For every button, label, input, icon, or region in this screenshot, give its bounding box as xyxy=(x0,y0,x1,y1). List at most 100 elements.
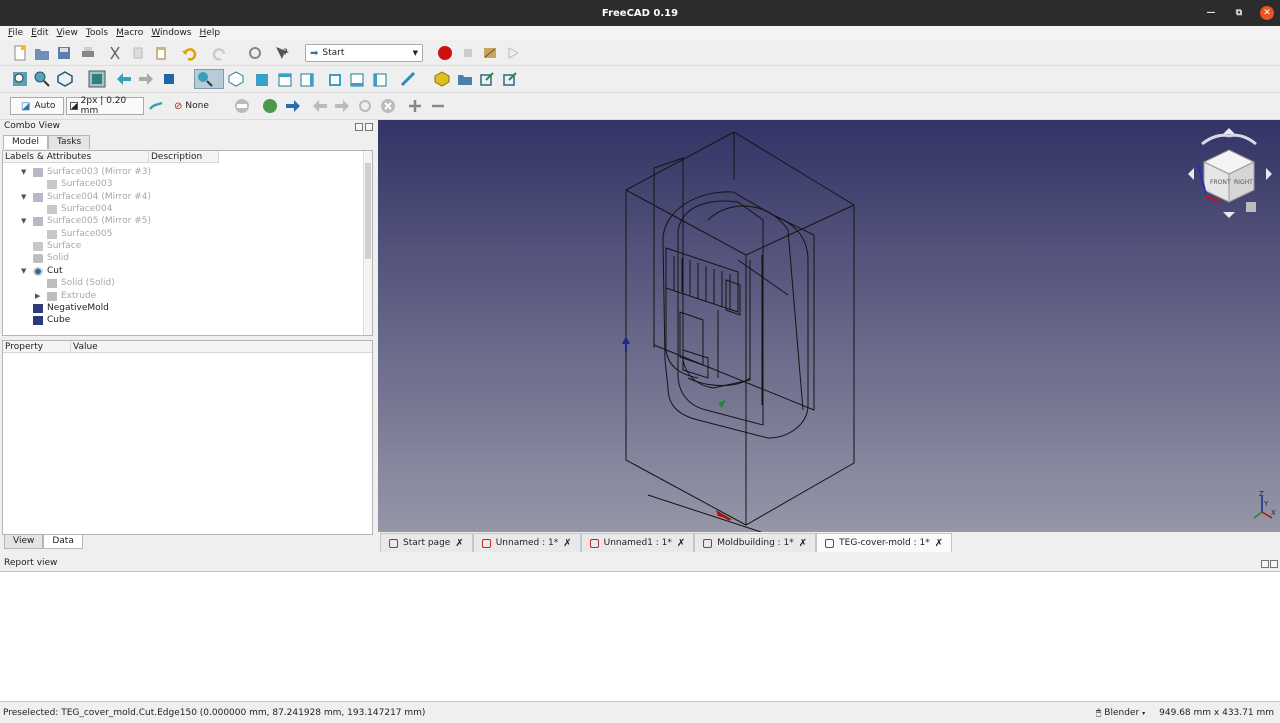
new-file-icon[interactable] xyxy=(12,45,28,61)
save-icon[interactable] xyxy=(56,45,72,61)
redo-icon[interactable] xyxy=(212,45,228,61)
autogroup-button[interactable]: ⊘ None xyxy=(168,97,222,115)
bounding-box-icon[interactable] xyxy=(88,70,106,88)
linewidth-button[interactable]: 2px | 0.20 mm xyxy=(66,96,144,116)
run-macro-icon[interactable] xyxy=(505,45,521,61)
remove-point-icon[interactable] xyxy=(430,98,446,114)
menu-file[interactable]: File xyxy=(4,28,27,38)
tree-item[interactable]: Cut xyxy=(33,265,63,277)
auto-plane-button[interactable]: ◪ Auto xyxy=(10,97,64,115)
nav-style-button[interactable]: 🖱 Blender ▾ xyxy=(1096,708,1145,718)
close-tab-icon[interactable]: ✗ xyxy=(935,538,943,549)
tree-item[interactable]: Surface003 xyxy=(47,178,112,190)
fit-all-icon[interactable] xyxy=(12,71,28,87)
copy-icon[interactable] xyxy=(131,45,147,61)
snap-lock-icon[interactable] xyxy=(262,98,278,114)
cube-right-face[interactable]: RIGHT xyxy=(1234,179,1253,186)
open-icon[interactable] xyxy=(34,45,50,61)
doc-tab[interactable]: Unnamed1 : 1* ✗ xyxy=(580,533,695,552)
front-view-icon[interactable] xyxy=(255,71,271,87)
right-view-icon[interactable] xyxy=(300,71,316,87)
expand-arrow-icon[interactable]: ▼ xyxy=(21,193,26,201)
whats-this-icon[interactable]: ? xyxy=(274,45,290,61)
undo-step-icon[interactable] xyxy=(312,98,328,114)
part-icon[interactable] xyxy=(434,71,450,87)
tab-data[interactable]: Data xyxy=(43,535,83,549)
back-icon[interactable] xyxy=(116,71,132,87)
tree-item[interactable]: Surface005 (Mirror #5) xyxy=(33,215,151,227)
close-tab-icon[interactable]: ✗ xyxy=(455,538,463,549)
tree-header-labels[interactable]: Labels & Attributes xyxy=(3,151,149,163)
tree-item[interactable]: Cube xyxy=(33,314,70,326)
tree-item[interactable]: Solid (Solid) xyxy=(47,277,115,289)
tree-item[interactable]: Solid xyxy=(33,252,69,264)
tree-item[interactable]: Surface004 xyxy=(47,203,112,215)
record-macro-icon[interactable] xyxy=(437,45,453,61)
stop-macro-icon[interactable] xyxy=(460,45,476,61)
rear-view-icon[interactable] xyxy=(328,71,344,87)
cancel-icon[interactable] xyxy=(380,98,396,114)
doc-tab[interactable]: Unnamed : 1* ✗ xyxy=(472,533,581,552)
close-icon[interactable]: ✕ xyxy=(1260,6,1274,20)
tree-item[interactable]: Surface004 (Mirror #4) xyxy=(33,191,151,203)
navigation-cube[interactable]: FRONT RIGHT xyxy=(1182,124,1278,220)
forward-icon[interactable] xyxy=(138,71,154,87)
tree-scrollbar-handle[interactable] xyxy=(365,163,371,259)
group-icon[interactable] xyxy=(457,71,473,87)
tree-header-description[interactable]: Description xyxy=(149,151,219,163)
top-view-icon[interactable] xyxy=(278,71,294,87)
maximize-icon[interactable]: ⧉ xyxy=(1232,6,1246,20)
make-link-icon[interactable] xyxy=(479,71,495,87)
prop-header-value[interactable]: Value xyxy=(71,341,372,353)
tree-item[interactable]: Surface005 xyxy=(47,228,112,240)
close-tab-icon[interactable]: ✗ xyxy=(563,538,571,549)
cut-icon[interactable] xyxy=(107,45,123,61)
tab-tasks[interactable]: Tasks xyxy=(48,135,91,149)
cube-front-face[interactable]: FRONT xyxy=(1210,179,1231,186)
prop-header-property[interactable]: Property xyxy=(3,341,71,353)
sync-view-icon[interactable] xyxy=(162,71,178,87)
report-view[interactable] xyxy=(0,571,1280,702)
fit-selection-icon[interactable] xyxy=(34,71,50,87)
construction-mode-icon[interactable] xyxy=(148,99,164,115)
doc-tab[interactable]: Moldbuilding : 1* ✗ xyxy=(694,533,817,552)
redo-step-icon[interactable] xyxy=(334,98,350,114)
menu-view[interactable]: View xyxy=(53,28,82,38)
refresh-icon[interactable] xyxy=(247,45,263,61)
menu-edit[interactable]: Edit xyxy=(27,28,52,38)
tree-item[interactable]: Surface003 (Mirror #3) xyxy=(33,166,151,178)
expand-arrow-icon[interactable]: ▼ xyxy=(21,168,26,176)
add-point-icon[interactable] xyxy=(407,98,423,114)
toggle-mode-icon[interactable] xyxy=(234,98,250,114)
recompute-icon[interactable] xyxy=(357,98,373,114)
isometric-icon[interactable] xyxy=(228,71,244,87)
undo-icon[interactable] xyxy=(181,45,197,61)
panel-close-icon[interactable] xyxy=(365,123,373,131)
float-icon[interactable] xyxy=(355,123,363,131)
draw-style-icon[interactable] xyxy=(57,71,73,87)
print-icon[interactable] xyxy=(80,45,96,61)
expand-arrow-icon[interactable]: ▼ xyxy=(21,267,26,275)
link-actions-icon[interactable] xyxy=(502,71,518,87)
tree-item[interactable]: Surface xyxy=(33,240,81,252)
tree-item[interactable]: Extrude xyxy=(47,290,96,302)
expand-arrow-icon[interactable]: ▼ xyxy=(21,217,26,225)
macro-edit-icon[interactable] xyxy=(482,45,498,61)
close-tab-icon[interactable]: ✗ xyxy=(677,538,685,549)
measure-icon[interactable] xyxy=(400,71,416,87)
close-tab-icon[interactable]: ✗ xyxy=(799,538,807,549)
tab-model[interactable]: Model xyxy=(3,135,49,149)
collapsed-arrow-icon[interactable]: ▶ xyxy=(35,292,40,300)
menu-tools[interactable]: Tools xyxy=(82,28,112,38)
bottom-view-icon[interactable] xyxy=(350,71,366,87)
left-view-icon[interactable] xyxy=(373,71,389,87)
minimize-icon[interactable]: — xyxy=(1204,6,1218,20)
report-close-icon[interactable] xyxy=(1270,560,1278,568)
paste-icon[interactable] xyxy=(153,45,169,61)
tree-item[interactable]: NegativeMold xyxy=(33,302,109,314)
doc-tab-active[interactable]: TEG-cover-mold : 1* ✗ xyxy=(816,533,953,552)
report-float-icon[interactable] xyxy=(1261,560,1269,568)
zoom-icon[interactable] xyxy=(197,71,213,87)
workbench-selector[interactable]: ➡ Start ▼ xyxy=(305,44,423,62)
doc-tab[interactable]: Start page ✗ xyxy=(380,533,473,552)
